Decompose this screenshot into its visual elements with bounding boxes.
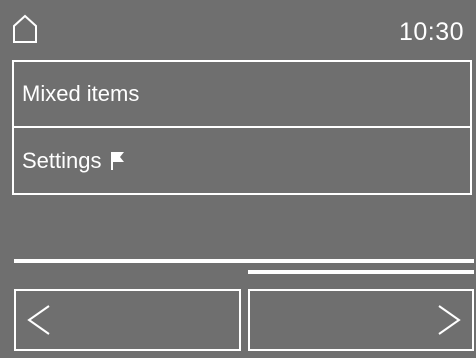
device-screen: 10:30 Mixed items Settings xyxy=(0,0,476,358)
back-button[interactable] xyxy=(14,289,241,351)
home-icon[interactable] xyxy=(12,14,38,44)
menu-item-label: Mixed items xyxy=(22,81,140,106)
divider-line xyxy=(14,259,474,263)
menu-item-mixed-items[interactable]: Mixed items xyxy=(12,60,472,128)
menu-item-label: Settings xyxy=(22,147,102,173)
clock-time: 10:30 xyxy=(398,18,464,46)
flag-icon xyxy=(110,151,126,171)
divider-line-short xyxy=(248,270,474,274)
chevron-left-icon xyxy=(26,302,52,338)
next-button[interactable] xyxy=(248,289,474,351)
chevron-right-icon xyxy=(436,302,462,338)
menu-item-settings[interactable]: Settings xyxy=(12,126,472,195)
